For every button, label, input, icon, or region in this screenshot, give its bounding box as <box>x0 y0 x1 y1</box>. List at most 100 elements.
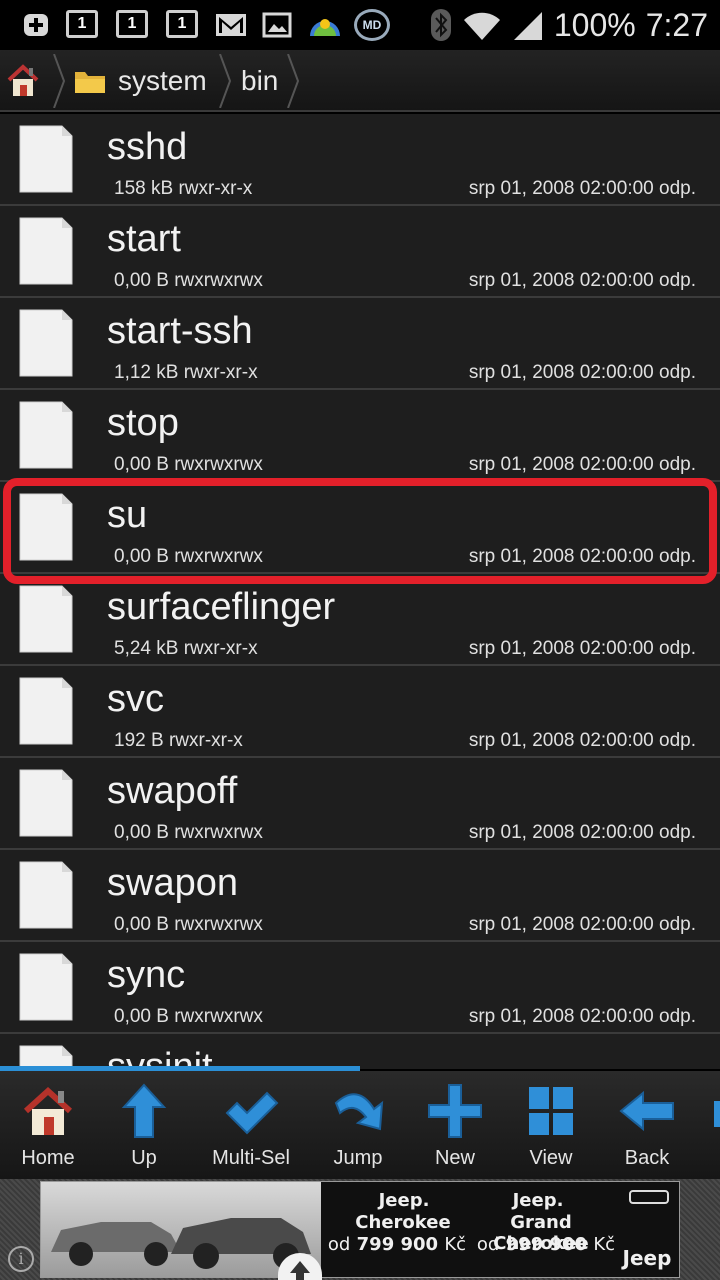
home-icon <box>7 64 39 96</box>
breadcrumb-bin[interactable]: bin <box>241 50 278 112</box>
file-icon <box>18 584 74 654</box>
file-row[interactable]: swapoff 0,00 B rwxrwxrwx srp 01, 2008 02:0… <box>0 758 720 850</box>
file-row[interactable]: surfaceflinger 5,24 kB rwxr-xr-x srp 01, 2… <box>0 574 720 666</box>
up-arrow-icon <box>121 1083 167 1138</box>
toolbar-overflow-edge[interactable] <box>714 1101 720 1127</box>
calendar-1-icon: 1 <box>116 10 148 38</box>
breadcrumb-home[interactable] <box>6 50 46 112</box>
file-row[interactable]: swapon 0,00 B rwxrwxrwx srp 01, 2008 02:00… <box>0 850 720 942</box>
file-name: surfaceflinger <box>107 586 336 628</box>
file-icon <box>18 768 74 838</box>
file-row[interactable]: start 0,00 B rwxrwxrwx srp 01, 2008 02:00:… <box>0 206 720 298</box>
ad-right-price: od 999 900 Kč <box>471 1234 621 1255</box>
file-size: 0,00 B <box>114 914 169 935</box>
file-date: srp 01, 2008 02:00:00 odp. <box>468 730 696 751</box>
bluetooth-icon <box>430 9 451 41</box>
file-icon <box>18 952 74 1022</box>
ad-info-icon[interactable]: i <box>8 1246 34 1272</box>
file-permissions: rwxrwxrwx <box>174 1006 263 1027</box>
breadcrumb: system bin <box>0 50 720 112</box>
file-permissions: rwxrwxrwx <box>174 270 263 291</box>
file-icon <box>18 492 74 562</box>
jeep-logo: Jeep <box>622 1246 672 1270</box>
file-name: start <box>107 218 181 260</box>
file-date: srp 01, 2008 02:00:00 odp. <box>468 1006 696 1027</box>
file-row[interactable]: sync 0,00 B rwxrwxrwx srp 01, 2008 02:00:0… <box>0 942 720 1034</box>
file-name: swapon <box>107 862 238 904</box>
file-name: stop <box>107 402 179 444</box>
jump-label: Jump <box>333 1147 383 1169</box>
price-currency: Kč <box>593 1234 616 1255</box>
jump-arrow-icon <box>334 1093 384 1131</box>
file-date: srp 01, 2008 02:00:00 odp. <box>468 822 696 843</box>
file-permissions: rwxr-xr-x <box>183 638 258 659</box>
folder-icon <box>75 72 105 93</box>
plus-icon <box>24 14 48 36</box>
file-icon <box>18 124 74 194</box>
up-button[interactable]: Up <box>96 1071 192 1179</box>
clock: 7:27 <box>645 6 708 43</box>
file-row[interactable]: sshd 158 kB rwxr-xr-x srp 01, 2008 02:00:0… <box>0 114 720 206</box>
file-row[interactable]: sysinit <box>0 1034 720 1069</box>
file-size-perms: 0,00 B rwxrwxrwx <box>114 1006 263 1028</box>
file-icon <box>18 400 74 470</box>
back-label: Back <box>624 1147 670 1169</box>
file-row[interactable]: svc 192 B rwxr-xr-x srp 01, 2008 02:00:00 … <box>0 666 720 758</box>
file-icon <box>18 216 74 286</box>
home-button[interactable]: Home <box>0 1071 96 1179</box>
file-date: srp 01, 2008 02:00:00 odp. <box>468 546 696 567</box>
file-name: swapoff <box>107 770 238 812</box>
file-size-perms: 0,00 B rwxrwxrwx <box>114 546 263 568</box>
file-date: srp 01, 2008 02:00:00 odp. <box>468 362 696 383</box>
breadcrumb-separator <box>219 54 232 108</box>
ad-expand-button[interactable] <box>278 1253 322 1280</box>
weather-icon <box>310 19 340 36</box>
file-size: 0,00 B <box>114 546 169 567</box>
calendar-1-icon: 1 <box>66 10 98 38</box>
file-list[interactable]: sshd 158 kB rwxr-xr-x srp 01, 2008 02:00:0… <box>0 114 720 1069</box>
jeep-grille-logo <box>629 1190 669 1204</box>
ad-banner[interactable]: Jeep. Cherokee od 799 900 Kč Jeep. Grand… <box>40 1181 680 1278</box>
file-size: 0,00 B <box>114 270 169 291</box>
checkmark-icon <box>225 1091 279 1135</box>
file-size: 0,00 B <box>114 822 169 843</box>
file-row[interactable]: stop 0,00 B rwxrwxrwx srp 01, 2008 02:00:0… <box>0 390 720 482</box>
price-value: 999 900 <box>505 1234 588 1255</box>
file-row[interactable]: su 0,00 B rwxrwxrwx srp 01, 2008 02:00:00 … <box>0 482 720 574</box>
breadcrumb-label: system <box>118 65 207 96</box>
file-size-perms: 192 B rwxr-xr-x <box>114 730 243 752</box>
calendar-1-icon: 1 <box>166 10 198 38</box>
multi-select-button[interactable]: Multi-Sel <box>203 1071 299 1179</box>
status-right: 100% 7:27 <box>430 4 708 46</box>
battery-percent: 100% <box>553 6 636 43</box>
file-date: srp 01, 2008 02:00:00 odp. <box>468 914 696 935</box>
file-size-perms: 1,12 kB rwxr-xr-x <box>114 362 258 384</box>
view-label: View <box>529 1147 573 1169</box>
breadcrumb-separator <box>53 54 66 108</box>
file-icon <box>18 308 74 378</box>
file-permissions: rwxrwxrwx <box>174 454 263 475</box>
jump-button[interactable]: Jump <box>310 1071 406 1179</box>
breadcrumb-separator <box>287 54 300 108</box>
file-name: sshd <box>107 126 188 168</box>
home-icon <box>23 1086 73 1135</box>
file-name: su <box>107 494 148 536</box>
ad-left-model: Cherokee <box>355 1212 451 1233</box>
file-icon <box>18 860 74 930</box>
back-button[interactable]: Back <box>599 1071 695 1179</box>
file-name: sync <box>107 954 186 996</box>
file-size: 158 kB <box>114 178 174 199</box>
new-button[interactable]: New <box>407 1071 503 1179</box>
file-size-perms: 0,00 B rwxrwxrwx <box>114 454 263 476</box>
breadcrumb-system[interactable]: system <box>74 50 207 112</box>
view-button[interactable]: View <box>503 1071 599 1179</box>
multi-select-label: Multi-Sel <box>212 1147 290 1169</box>
file-name: svc <box>107 678 164 720</box>
file-size: 0,00 B <box>114 1006 169 1027</box>
file-date: srp 01, 2008 02:00:00 odp. <box>468 178 696 199</box>
file-permissions: rwxr-xr-x <box>178 178 253 199</box>
file-name: start-ssh <box>107 310 253 352</box>
file-permissions: rwxr-xr-x <box>183 362 258 383</box>
file-row[interactable]: start-ssh 1,12 kB rwxr-xr-x srp 01, 2008 0… <box>0 298 720 390</box>
file-size: 192 B <box>114 730 164 751</box>
